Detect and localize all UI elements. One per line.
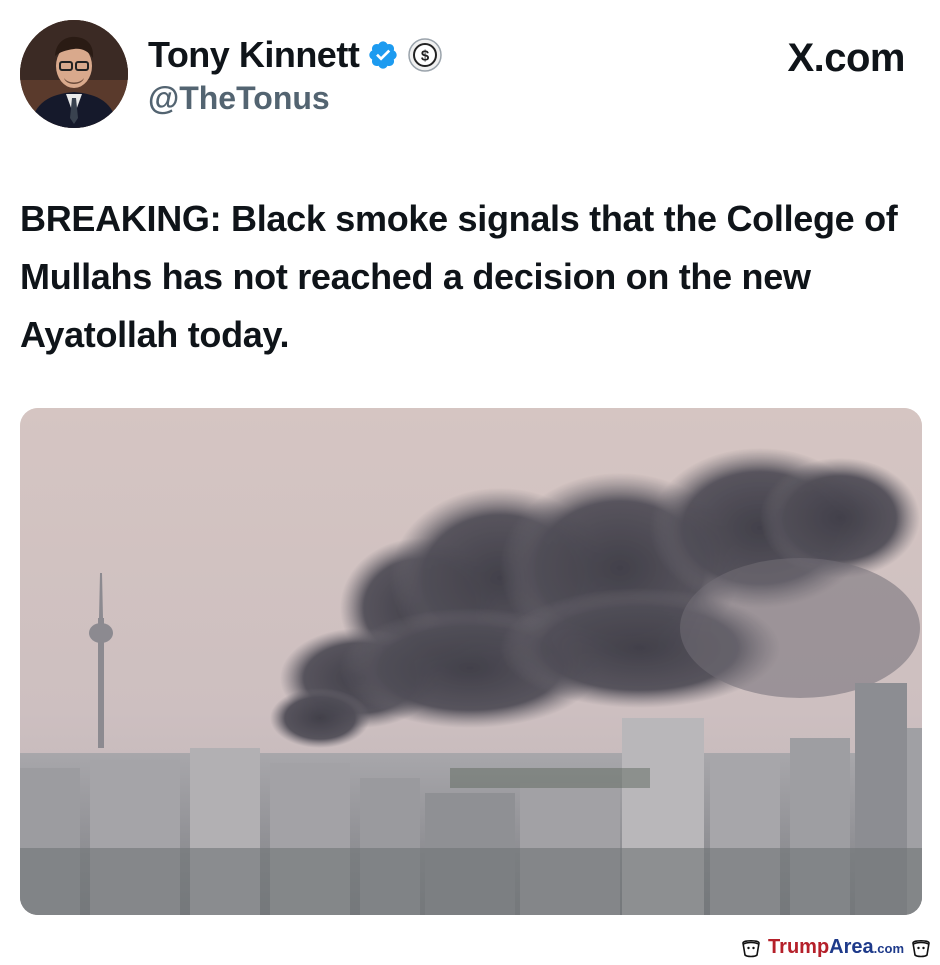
mascot-icon <box>912 939 930 957</box>
watermark-part3: .com <box>873 941 904 956</box>
mascot-icon <box>742 939 760 957</box>
dollar-circle-icon: $ <box>408 38 443 72</box>
post-image[interactable] <box>20 408 922 915</box>
watermark: TrumpArea.com <box>740 936 932 959</box>
author-name[interactable]: Tony Kinnett <box>148 34 360 76</box>
watermark-part1: Trump <box>768 936 830 958</box>
svg-text:$: $ <box>421 48 430 65</box>
watermark-part2: Area <box>829 936 874 958</box>
post-header: Tony Kinnett $ @TheTonus X.com <box>20 20 910 130</box>
author-handle[interactable]: @TheTonus <box>148 80 330 117</box>
verified-check-icon <box>369 41 397 69</box>
post-text: BREAKING: Black smoke signals that the C… <box>20 198 898 355</box>
site-label: X.com <box>787 36 905 80</box>
avatar[interactable] <box>20 20 128 128</box>
